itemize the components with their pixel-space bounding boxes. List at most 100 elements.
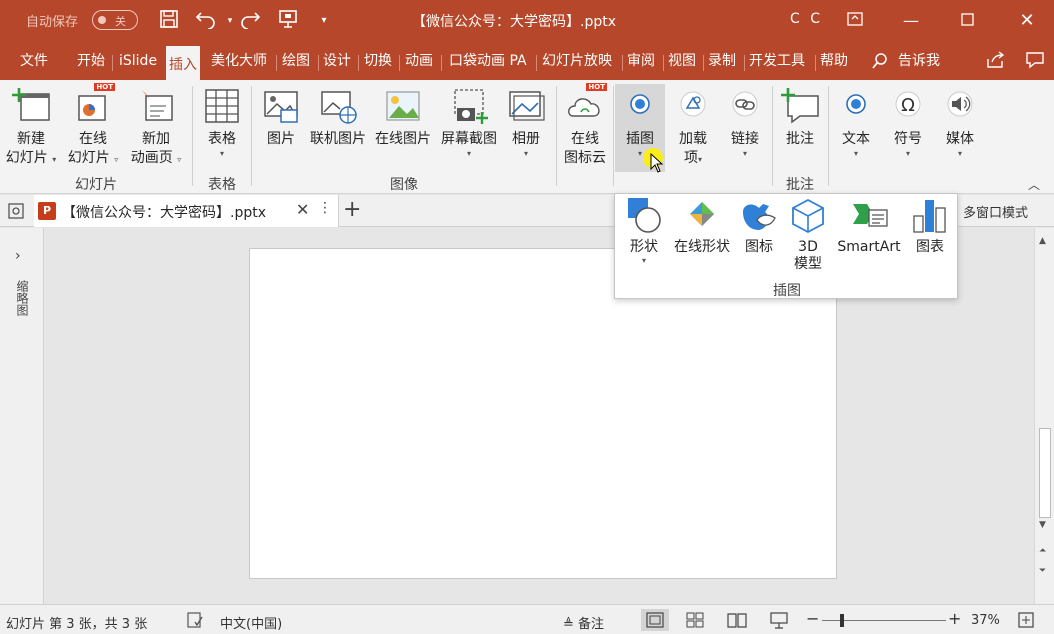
tell-me-search[interactable]: 告诉我: [895, 51, 943, 73]
tab-design[interactable]: 设计: [320, 51, 354, 73]
tab-transitions[interactable]: 切换: [361, 51, 395, 73]
toggle-dot: [98, 16, 106, 24]
zoom-level[interactable]: 37%: [971, 613, 1000, 628]
table-button[interactable]: 表格 ▾: [198, 86, 246, 159]
tab-islide[interactable]: iSlide: [116, 51, 160, 73]
3d-model-button[interactable]: 3D 模型: [785, 196, 831, 273]
ribbon: 新建 幻灯片 ▾ HOT 在线 幻灯片 ▿ 新加 动画页 ▿ 幻灯片 表格 ▾ …: [0, 80, 1054, 194]
status-bar: 幻灯片 第 3 张，共 3 张 中文(中国) ≜ 备注 − + 37%: [0, 604, 1054, 634]
icon-cloud-icon: HOT: [565, 83, 607, 126]
icons-button[interactable]: 图标: [739, 196, 779, 256]
illustrations-icon: [620, 86, 660, 126]
new-animation-page-button[interactable]: 新加 动画页 ▿: [126, 86, 186, 168]
omega-icon: Ω: [888, 86, 928, 126]
collapse-ribbon-icon[interactable]: ︿: [1028, 176, 1040, 193]
maximize-icon[interactable]: [952, 9, 982, 33]
document-title: 【微信公众号：大学密码】.pptx: [412, 14, 616, 30]
text-button[interactable]: 文本 ▾: [834, 86, 878, 159]
customize-qat-icon[interactable]: ▾: [312, 9, 336, 33]
prev-slide-icon[interactable]: ⏶: [1039, 546, 1046, 556]
lightbulb-icon[interactable]: [868, 51, 892, 73]
media-button[interactable]: 媒体 ▾: [938, 86, 982, 159]
normal-view-icon[interactable]: [641, 609, 669, 631]
chart-button[interactable]: 图表: [909, 196, 951, 256]
close-tab-icon[interactable]: ✕: [296, 200, 309, 219]
slideshow-view-icon[interactable]: [769, 611, 789, 633]
tab-insert[interactable]: 插入: [166, 46, 200, 80]
screenshot-button[interactable]: 屏幕截图 ▾: [438, 86, 500, 159]
hot-badge: HOT: [586, 83, 607, 91]
scroll-thumb[interactable]: [1039, 428, 1051, 518]
tab-animations[interactable]: 动画: [402, 51, 436, 73]
tab-developer[interactable]: 开发工具: [746, 51, 808, 73]
thumbnail-pane: › 缩略图: [0, 228, 44, 604]
scroll-down-icon[interactable]: ▼: [1039, 520, 1046, 530]
notes-button[interactable]: ≜ 备注: [563, 613, 604, 632]
tab-pocket-animation[interactable]: 口袋动画 PA: [446, 51, 530, 73]
picture-button[interactable]: 图片: [258, 86, 304, 149]
links-button[interactable]: 链接 ▾: [722, 86, 768, 159]
minimize-icon[interactable]: —: [896, 9, 926, 33]
new-slide-button[interactable]: 新建 幻灯片 ▾: [4, 86, 58, 168]
add-tab-icon[interactable]: +: [343, 197, 361, 222]
smartart-button[interactable]: SmartArt: [833, 196, 905, 256]
tab-beautify[interactable]: 美化大师: [208, 51, 270, 73]
share-icon[interactable]: [983, 51, 1009, 73]
save-icon[interactable]: [157, 9, 181, 33]
expand-thumbnails-icon[interactable]: ›: [15, 248, 21, 264]
online-slide-icon: HOT: [73, 83, 115, 126]
tab-record[interactable]: 录制: [705, 51, 739, 73]
fit-to-window-icon[interactable]: [1017, 611, 1035, 633]
reading-view-icon[interactable]: [727, 611, 747, 633]
shapes-icon: [624, 196, 664, 236]
title-bar: 自动保存 关 ▾ ▾ 【微信公众号：大学密码】.pptx C C — ✕: [0, 0, 1054, 42]
group-images-label: 图像: [390, 177, 418, 193]
undo-icon[interactable]: [194, 9, 218, 33]
user-name[interactable]: C C: [790, 11, 823, 27]
powerpoint-icon: P: [38, 202, 56, 220]
tab-slideshow[interactable]: 幻灯片放映: [539, 51, 615, 73]
present-from-start-icon[interactable]: [276, 9, 300, 33]
web-picture-icon: [383, 86, 423, 126]
comment-button[interactable]: 批注: [776, 86, 824, 149]
redo-icon[interactable]: [238, 9, 262, 33]
zoom-out-icon[interactable]: −: [806, 609, 819, 628]
multi-window-mode[interactable]: 多窗口模式: [963, 202, 1028, 221]
addins-button[interactable]: 加载 项▾: [670, 86, 716, 168]
close-icon[interactable]: ✕: [1012, 9, 1042, 33]
new-slide-icon: [11, 86, 51, 126]
tab-help[interactable]: 帮助: [817, 51, 851, 73]
chart-icon: [910, 196, 950, 236]
spellcheck-icon[interactable]: [186, 611, 204, 633]
more-options-icon[interactable]: ⋮: [318, 200, 332, 216]
document-tab[interactable]: P 【微信公众号：大学密码】.pptx ✕ ⋮: [34, 195, 339, 227]
online-picture-button[interactable]: 联机图片: [308, 86, 368, 149]
tab-list-icon[interactable]: [6, 201, 26, 225]
online-icon-cloud-button[interactable]: HOT 在线 图标云: [560, 83, 610, 168]
web-picture-button[interactable]: 在线图片: [372, 86, 434, 149]
ribbon-display-icon[interactable]: [840, 9, 870, 33]
zoom-slider-handle[interactable]: [840, 614, 844, 627]
slide-sorter-icon[interactable]: [686, 611, 704, 633]
comments-icon[interactable]: [1022, 51, 1048, 73]
tab-review[interactable]: 审阅: [624, 51, 658, 73]
album-button[interactable]: 相册 ▾: [504, 86, 548, 159]
thumbnail-label[interactable]: 缩略图: [13, 280, 31, 316]
tab-file[interactable]: 文件: [17, 51, 51, 73]
tab-home[interactable]: 开始: [74, 51, 108, 73]
scroll-up-icon[interactable]: ▲: [1039, 236, 1046, 246]
zoom-in-icon[interactable]: +: [948, 609, 961, 628]
document-tab-name: 【微信公众号：大学密码】.pptx: [62, 205, 266, 221]
online-slide-button[interactable]: HOT 在线 幻灯片 ▿: [64, 83, 122, 168]
autosave-toggle[interactable]: 关: [92, 10, 138, 30]
online-shapes-button[interactable]: 在线形状: [669, 196, 735, 256]
vertical-scrollbar[interactable]: ▲ ▼ ⏶ ⏷: [1034, 228, 1054, 604]
symbols-button[interactable]: Ω 符号 ▾: [886, 86, 930, 159]
language-indicator[interactable]: 中文(中国): [220, 613, 282, 632]
table-icon: [202, 86, 242, 126]
tab-view[interactable]: 视图: [665, 51, 699, 73]
shapes-button[interactable]: 形状 ▾: [621, 196, 667, 265]
next-slide-icon[interactable]: ⏷: [1039, 566, 1046, 576]
tab-draw[interactable]: 绘图: [279, 51, 313, 73]
online-picture-icon: [318, 86, 358, 126]
